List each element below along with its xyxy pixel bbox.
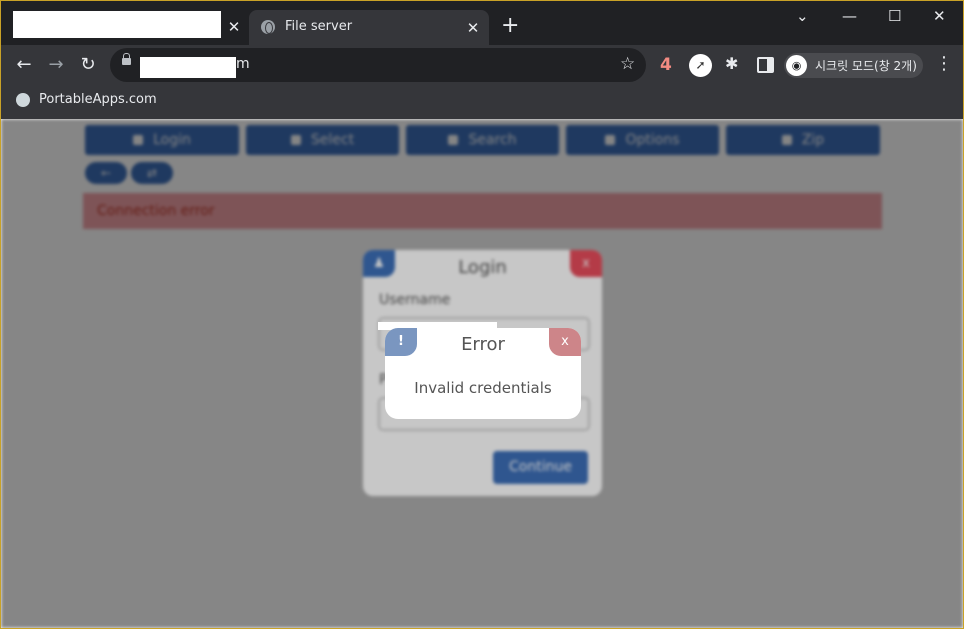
browser-toolbar: ← → ↻ m ☆ 4 ➚ ✱ ◉ 시크릿 모드(창 2개) ⋮ <box>1 45 963 85</box>
bookmarks-bar: PortableApps.com <box>1 85 963 120</box>
page-content: Login Select Search Options Zip ← ⇄ Conn… <box>1 119 963 628</box>
bookmark-portableapps[interactable]: PortableApps.com <box>39 92 157 107</box>
tab-search-icon[interactable]: ⌄ <box>796 7 809 25</box>
tab-close-icon[interactable]: ✕ <box>465 20 481 36</box>
tab-strip: ✕ File server ✕ + ⌄ — ☐ ✕ <box>1 1 963 45</box>
tab-title: File server <box>285 19 353 34</box>
url-redacted <box>140 57 236 78</box>
browser-window: ✕ File server ✕ + ⌄ — ☐ ✕ ← → ↻ m ☆ 4 ➚ … <box>0 0 964 629</box>
tab-file-server[interactable]: File server ✕ <box>249 10 489 45</box>
lock-icon <box>122 53 131 65</box>
new-tab-button[interactable]: + <box>501 15 519 37</box>
address-bar[interactable]: m ☆ <box>110 48 646 82</box>
forward-icon[interactable]: → <box>44 53 68 77</box>
extension-badge[interactable]: 4 <box>660 55 672 75</box>
portableapps-icon <box>16 93 30 107</box>
minimize-icon[interactable]: — <box>842 7 857 25</box>
maximize-icon[interactable]: ☐ <box>888 7 901 25</box>
tab-close-icon[interactable]: ✕ <box>226 19 242 35</box>
incognito-label: 시크릿 모드(창 2개) <box>815 59 917 73</box>
reload-icon[interactable]: ↻ <box>76 53 100 77</box>
error-message: Invalid credentials <box>414 379 552 397</box>
incognito-icon: ◉ <box>786 55 807 76</box>
globe-icon <box>261 20 275 34</box>
side-panel-icon[interactable] <box>757 57 774 73</box>
bookmark-star-icon[interactable]: ☆ <box>620 54 635 74</box>
error-title: Error <box>461 334 505 355</box>
extensions-puzzle-icon[interactable]: ✱ <box>725 54 738 73</box>
menu-icon[interactable]: ⋮ <box>935 53 953 74</box>
cursor-extension-icon[interactable]: ➚ <box>689 54 712 77</box>
tab-redacted[interactable] <box>13 11 221 38</box>
url-text: m <box>236 56 250 72</box>
close-window-icon[interactable]: ✕ <box>933 7 946 25</box>
incognito-indicator[interactable]: ◉ 시크릿 모드(창 2개) <box>784 53 923 78</box>
error-dialog: ! x Error Invalid credentials <box>385 328 581 419</box>
back-icon[interactable]: ← <box>12 53 36 77</box>
